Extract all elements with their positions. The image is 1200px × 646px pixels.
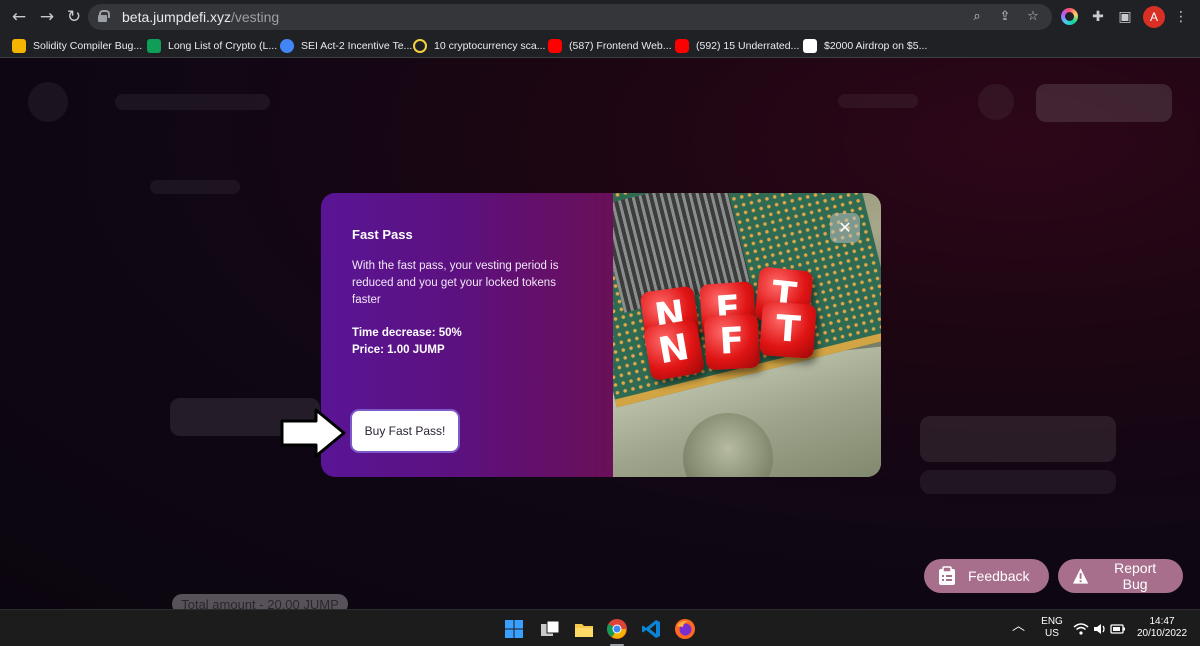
- firefox-icon[interactable]: [674, 618, 696, 640]
- bookmark-item[interactable]: Long List of Crypto (L...: [147, 38, 277, 54]
- bookmark-item[interactable]: $2000 Airdrop on $5...: [803, 38, 927, 54]
- volume-icon[interactable]: [1093, 622, 1107, 636]
- task-view-icon[interactable]: [539, 618, 561, 640]
- language-indicator[interactable]: ENG US: [1038, 616, 1066, 640]
- feedback-label: Feedback: [968, 568, 1030, 584]
- bookmark-item[interactable]: (592) 15 Underrated...: [675, 38, 799, 54]
- file-explorer-icon[interactable]: [573, 618, 595, 640]
- bookmarks-bar: Solidity Compiler Bug... Long List of Cr…: [0, 34, 1200, 58]
- modal-info-panel: Fast Pass With the fast pass, your vesti…: [321, 193, 613, 477]
- battery-icon[interactable]: [1110, 622, 1126, 636]
- address-bar[interactable]: beta.jumpdefi.xyz/vesting ⌕ ⇪ ☆: [88, 4, 1052, 30]
- profile-avatar[interactable]: A: [1143, 6, 1165, 28]
- report-bug-button[interactable]: Report Bug: [1058, 559, 1183, 593]
- bookmark-item[interactable]: (587) Frontend Web...: [548, 38, 672, 54]
- language-bottom: US: [1045, 628, 1059, 639]
- nft-cube-n-bottom: N: [642, 318, 706, 382]
- extensions-puzzle-icon[interactable]: ✚: [1088, 7, 1108, 27]
- reload-icon[interactable]: ↻: [63, 6, 85, 28]
- bookmark-item[interactable]: SEI Act-2 Incentive Te...: [280, 38, 412, 54]
- bookmark-item[interactable]: Solidity Compiler Bug...: [12, 38, 142, 54]
- spinner-icon: [413, 39, 427, 53]
- forward-arrow-icon[interactable]: →: [36, 6, 58, 28]
- modal-description: With the fast pass, your vesting period …: [352, 260, 559, 306]
- bookmark-label: SEI Act-2 Incentive Te...: [301, 40, 413, 52]
- bookmark-label: 10 cryptocurrency sca...: [434, 40, 546, 52]
- tray-expand-icon[interactable]: ︿: [1012, 619, 1025, 632]
- chrome-icon[interactable]: [606, 618, 628, 640]
- bookmark-label: Solidity Compiler Bug...: [33, 40, 143, 52]
- medium-icon: [803, 39, 817, 53]
- report-bug-label: Report Bug: [1114, 560, 1157, 592]
- wifi-icon[interactable]: [1073, 622, 1089, 636]
- bookmark-label: (592) 15 Underrated...: [696, 40, 800, 52]
- clipboard-icon: [939, 566, 955, 585]
- youtube-icon: [675, 39, 689, 53]
- bookmark-star-icon[interactable]: ☆: [1024, 8, 1042, 26]
- bookmark-item[interactable]: 10 cryptocurrency sca...: [413, 38, 545, 54]
- clock-date: 20/10/2022: [1136, 628, 1188, 639]
- price: Price: 1.00 JUMP: [352, 344, 445, 356]
- browser-toolbar: ← → ↻ beta.jumpdefi.xyz/vesting ⌕ ⇪ ☆ ✚ …: [0, 0, 1200, 34]
- close-modal-button[interactable]: ✕: [830, 213, 860, 243]
- feedback-button[interactable]: Feedback: [924, 559, 1049, 593]
- sheets-icon: [147, 39, 161, 53]
- menu-kebab-icon[interactable]: ⋮: [1171, 7, 1191, 27]
- nft-cube-f-bottom: F: [703, 313, 761, 371]
- url-text[interactable]: beta.jumpdefi.xyz/vesting: [122, 9, 279, 25]
- bookmark-label: (587) Frontend Web...: [569, 40, 672, 52]
- fast-pass-modal: Fast Pass With the fast pass, your vesti…: [321, 193, 881, 477]
- color-extension-icon[interactable]: [1061, 8, 1078, 25]
- clock[interactable]: 14:47 20/10/2022: [1134, 616, 1190, 640]
- url-host: beta.jumpdefi.xyz: [122, 9, 231, 25]
- modal-title: Fast Pass: [352, 227, 413, 242]
- nft-cube-t-bottom: T: [759, 301, 817, 359]
- buy-fast-pass-button[interactable]: Buy Fast Pass!: [350, 409, 460, 453]
- clock-time: 14:47: [1149, 616, 1175, 627]
- bookmark-label: Long List of Crypto (L...: [168, 40, 278, 52]
- url-path: /vesting: [230, 9, 280, 25]
- windows-taskbar: ︿ ENG US 14:47 20/10/2022: [0, 609, 1200, 646]
- bookmark-label: $2000 Airdrop on $5...: [824, 40, 928, 52]
- windows-start-icon[interactable]: [503, 618, 525, 640]
- back-arrow-icon[interactable]: ←: [8, 6, 30, 28]
- youtube-icon: [548, 39, 562, 53]
- fast-pass-stats: Time decrease: 50% Price: 1.00 JUMP: [352, 325, 613, 359]
- side-panel-icon[interactable]: ▣: [1115, 7, 1135, 27]
- sei-icon: [280, 39, 294, 53]
- pointer-arrow-icon: [280, 408, 346, 458]
- lock-icon[interactable]: [98, 10, 110, 22]
- bar-chart-icon: [12, 39, 26, 53]
- time-decrease: Time decrease: 50%: [352, 327, 462, 339]
- warning-icon: [1072, 568, 1089, 584]
- vscode-icon[interactable]: [640, 618, 662, 640]
- language-top: ENG: [1041, 616, 1063, 627]
- share-icon[interactable]: ⇪: [996, 8, 1014, 26]
- zoom-search-icon[interactable]: ⌕: [968, 8, 986, 26]
